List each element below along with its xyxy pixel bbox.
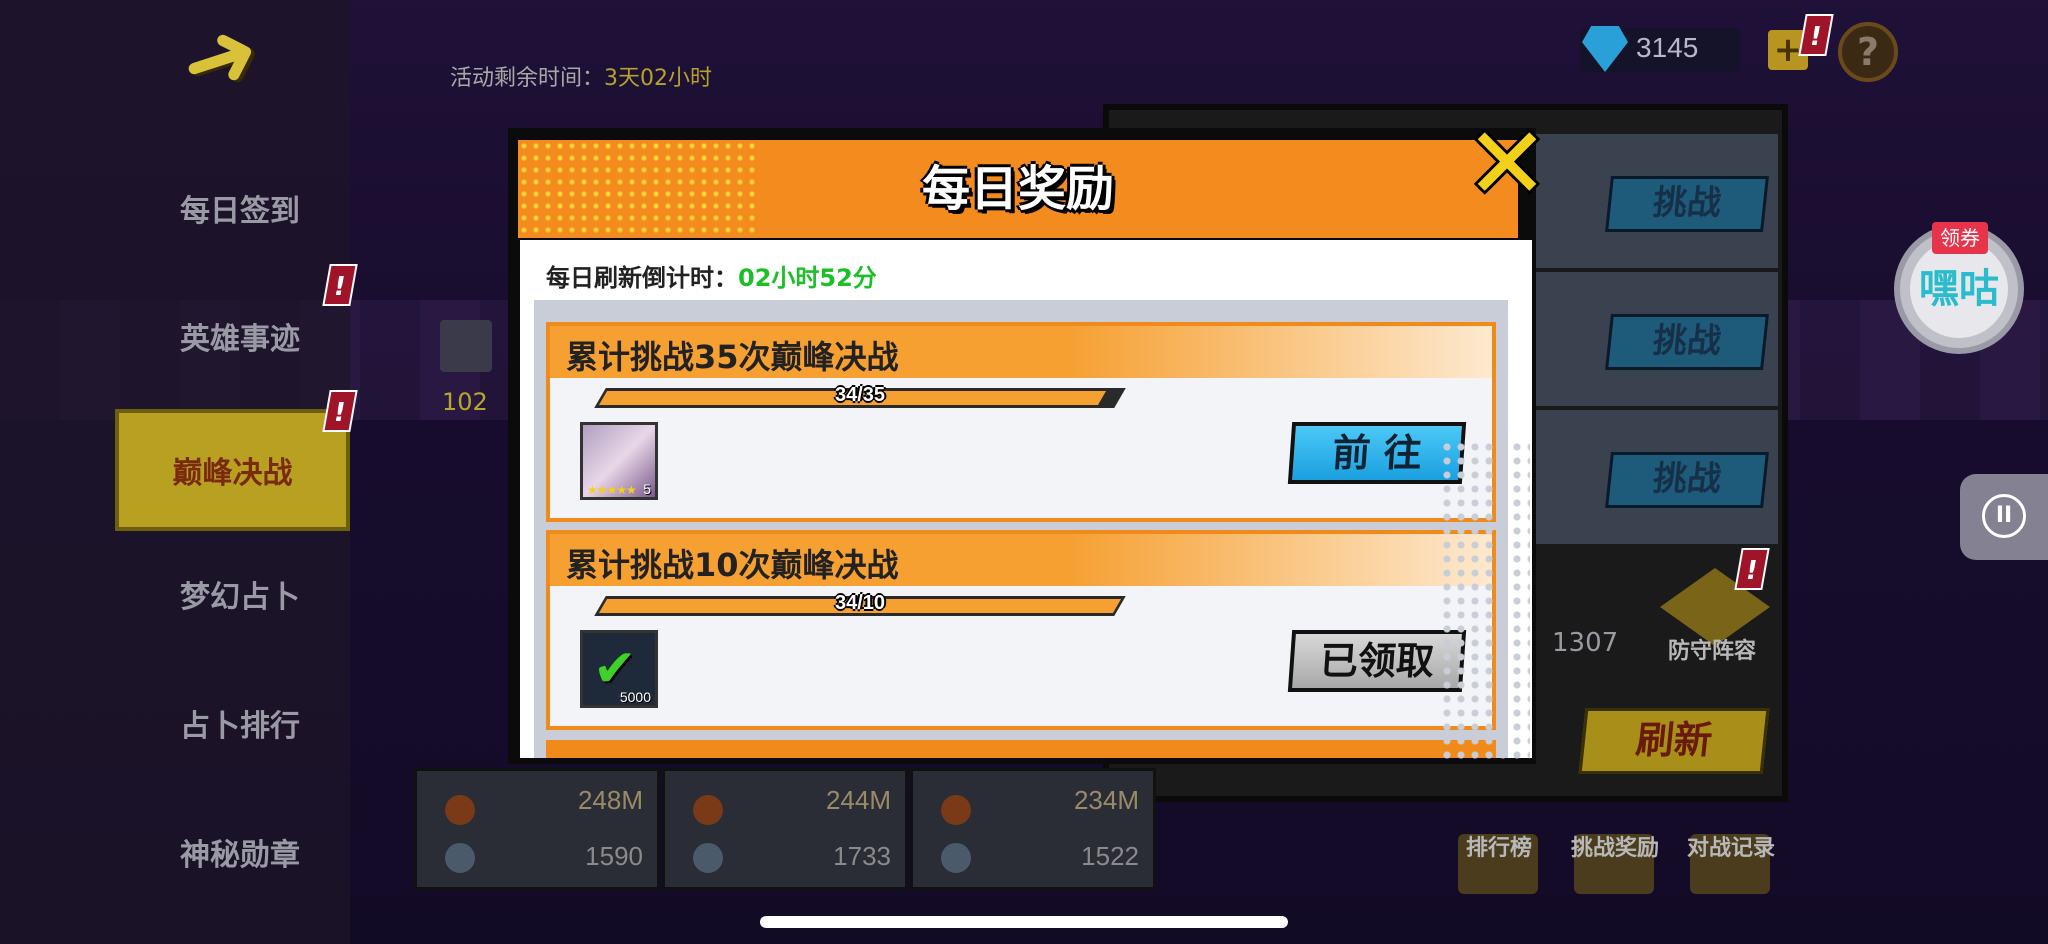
pause-icon[interactable]: II [1982, 494, 2026, 538]
sidebar-item-divination-rank[interactable]: 占卜排行 [115, 697, 365, 757]
power-icon [445, 795, 475, 825]
refresh-countdown: 每日刷新倒计时：02小时52分 [546, 258, 877, 293]
sidebar-item-fantasy-divination[interactable]: 梦幻占卜 [115, 568, 365, 628]
power-value: 234M [1073, 785, 1139, 815]
countdown-value: 02小时52分 [738, 264, 877, 292]
sidebar-item-hero-deeds[interactable]: 英雄事迹 [115, 310, 365, 370]
ranking-card: 234M 1522 [910, 768, 1156, 890]
nav-leaderboard[interactable]: 排行榜 [1444, 830, 1554, 862]
star-rating: ★★★★★ [587, 483, 637, 497]
sidebar-item-daily-checkin[interactable]: 每日签到 [115, 182, 365, 242]
task-card-partial [546, 740, 1496, 758]
task-title: 累计挑战10次巅峰决战 [566, 546, 899, 584]
defense-power: 1307 [1552, 628, 1619, 658]
reward-quantity: 5 [643, 481, 651, 497]
task-card: 累计挑战10次巅峰决战 34/10 ✔ 5000 已领取 [546, 530, 1496, 730]
challenge-button[interactable]: 挑战 [1605, 176, 1769, 232]
hero-shard-reward[interactable]: ★★★★★ 5 [580, 422, 658, 500]
activity-timer-value: 3天02小时 [604, 66, 713, 91]
challenge-button[interactable]: 挑战 [1605, 314, 1769, 370]
modal-title: 每日奖励 [921, 161, 1114, 217]
coupon-widget-label[interactable]: 嘿咕 [1910, 240, 2008, 338]
nav-battle-records[interactable]: 对战记录 [1676, 830, 1786, 862]
home-indicator[interactable] [760, 916, 1288, 928]
close-icon[interactable]: ✕ [1462, 114, 1552, 214]
player-level: 102 [442, 388, 488, 416]
countdown-label: 每日刷新倒计时： [546, 264, 738, 292]
activity-timer-label: 活动剩余时间： [450, 66, 605, 91]
score-value: 1522 [1081, 841, 1139, 871]
power-icon [941, 795, 971, 825]
nav-challenge-rewards[interactable]: 挑战奖励 [1560, 830, 1670, 862]
help-button[interactable]: ? [1838, 22, 1898, 82]
rank-medal-icon [693, 843, 723, 873]
power-value: 248M [577, 785, 643, 815]
challenge-button[interactable]: 挑战 [1605, 452, 1769, 508]
defense-formation-label[interactable]: 防守阵容 [1668, 633, 1756, 665]
ranking-card: 244M 1733 [662, 768, 908, 890]
halftone-decoration [1440, 440, 1530, 760]
sidebar-item-peak-battle[interactable]: 巅峰决战 [115, 409, 350, 531]
task-title: 累计挑战35次巅峰决战 [566, 338, 899, 376]
power-icon [693, 795, 723, 825]
avatar [440, 320, 492, 372]
rank-medal-icon [941, 843, 971, 873]
ranking-card: 248M 1590 [414, 768, 660, 890]
coupon-tag: 领券 [1932, 222, 1988, 254]
gem-count: 3145 [1636, 32, 1699, 63]
score-value: 1733 [833, 841, 891, 871]
currency-reward[interactable]: ✔ 5000 [580, 630, 658, 708]
rank-medal-icon [445, 843, 475, 873]
refresh-button[interactable]: 刷新 [1578, 708, 1770, 774]
progress-text: 34/10 [834, 592, 886, 614]
power-value: 244M [825, 785, 891, 815]
reward-quantity: 5000 [619, 689, 651, 705]
task-card: 累计挑战35次巅峰决战 34/35 ★★★★★ 5 前 往 [546, 322, 1496, 522]
sidebar-item-mystery-medal[interactable]: 神秘勋章 [115, 826, 365, 886]
activity-timer: 活动剩余时间：3天02小时 [450, 60, 712, 92]
score-value: 1590 [585, 841, 643, 871]
progress-text: 34/35 [834, 384, 886, 406]
